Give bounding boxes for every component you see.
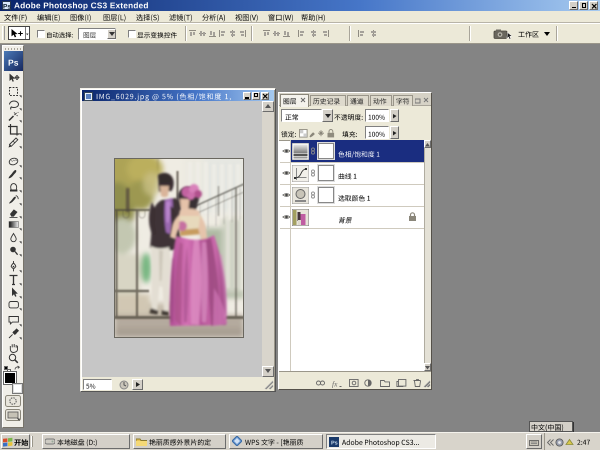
svg-text:fx: fx bbox=[332, 380, 338, 389]
